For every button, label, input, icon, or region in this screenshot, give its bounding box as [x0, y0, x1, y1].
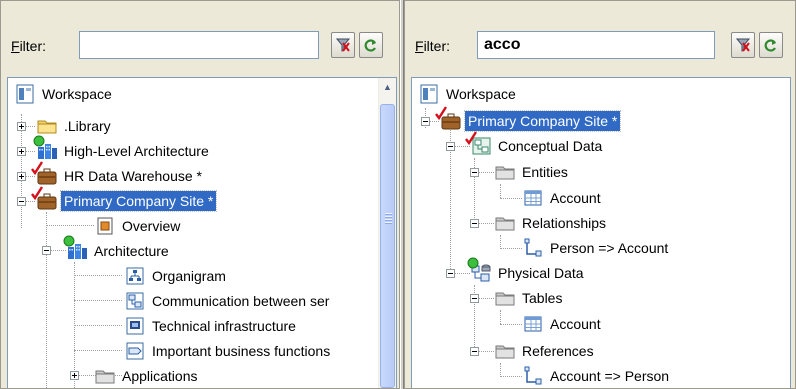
tree-node-person-account[interactable]: Person => Account — [522, 236, 671, 260]
workspace-icon — [14, 83, 36, 105]
expand-library[interactable] — [17, 122, 26, 131]
relationship-icon — [522, 237, 544, 259]
filter-input[interactable] — [79, 31, 319, 59]
reference-icon — [522, 365, 544, 387]
tree-node-applications[interactable]: Applications — [94, 364, 201, 388]
tree-node-relationships[interactable]: Relationships — [494, 211, 609, 235]
scroll-up-arrow-icon[interactable]: ▲ — [379, 78, 396, 95]
filter-row: Filter: — [413, 31, 789, 61]
filter-label: Filter: — [11, 38, 47, 54]
green-status-icon — [32, 134, 54, 156]
tree-node-entities[interactable]: Entities — [494, 160, 571, 184]
expand-applications[interactable] — [70, 371, 79, 380]
tree-node-hr-data-warehouse[interactable]: HR Data Warehouse * — [36, 164, 205, 188]
collapse-tables[interactable] — [470, 294, 479, 303]
green-status-icon — [466, 256, 488, 278]
tree-node-account-person[interactable]: Account => Person — [522, 364, 672, 388]
scrollbar-thumb[interactable] — [380, 104, 395, 388]
tree-node-account-entity[interactable]: Account — [522, 186, 604, 210]
collapse-primary-site[interactable] — [421, 117, 430, 126]
filter-row: Filter: — [9, 31, 393, 61]
collapse-physical-data[interactable] — [446, 269, 455, 278]
collapse-conceptual-data[interactable] — [446, 142, 455, 151]
collapse-relationships[interactable] — [470, 219, 479, 228]
refresh-button[interactable] — [759, 32, 783, 58]
diagram-icon — [124, 290, 146, 312]
tree-node-workspace[interactable]: Workspace — [14, 82, 115, 106]
entity-icon — [522, 187, 544, 209]
checkout-check-icon — [30, 159, 52, 181]
filtered-browser-tree[interactable]: Workspace Primary Company Site * Concept… — [411, 77, 791, 388]
process-diagram-icon — [124, 340, 146, 362]
folder-icon — [494, 161, 516, 183]
collapse-architecture[interactable] — [42, 246, 51, 255]
folder-icon — [494, 287, 516, 309]
workspace-icon — [418, 83, 440, 105]
tree-node-workspace[interactable]: Workspace — [418, 82, 519, 106]
tree-node-primary-company-site[interactable]: Primary Company Site * — [36, 189, 218, 213]
filter-label: Filter: — [415, 38, 451, 54]
checkout-check-icon — [434, 104, 456, 126]
green-status-icon — [62, 234, 84, 256]
browser-tree[interactable]: Workspace .Library High-Level Architectu… — [7, 77, 397, 388]
checkout-check-icon — [30, 184, 52, 206]
left-browser-panel: Filter: Workspace .Library High-Level Ar… — [0, 0, 400, 389]
collapse-primary-site[interactable] — [17, 197, 26, 206]
folder-icon — [494, 212, 516, 234]
tree-node-references[interactable]: References — [494, 339, 597, 363]
folder-icon — [494, 340, 516, 362]
clear-filter-button[interactable] — [731, 32, 755, 58]
expand-high-level[interactable] — [17, 147, 26, 156]
folder-icon — [94, 365, 116, 387]
organigram-icon — [124, 265, 146, 287]
tree-node-organigram[interactable]: Organigram — [124, 264, 229, 288]
tree-node-communication[interactable]: Communication between ser — [124, 289, 332, 313]
refresh-icon — [363, 37, 379, 53]
checkout-check-icon — [464, 129, 486, 151]
infrastructure-diagram-icon — [124, 315, 146, 337]
vertical-scrollbar[interactable]: ▲ — [378, 78, 396, 388]
table-icon — [522, 313, 544, 335]
tree-node-overview[interactable]: Overview — [94, 214, 183, 238]
expand-hr-dw[interactable] — [17, 172, 26, 181]
tree-node-technical-infrastructure[interactable]: Technical infrastructure — [124, 314, 299, 338]
clear-filter-button[interactable] — [331, 32, 355, 58]
tree-node-high-level-architecture[interactable]: High-Level Architecture — [36, 139, 212, 163]
tree-node-account-table[interactable]: Account — [522, 312, 604, 336]
filter-input[interactable] — [477, 31, 715, 59]
tree-node-architecture[interactable]: Architecture — [66, 239, 172, 263]
tree-node-conceptual-data[interactable]: Conceptual Data — [470, 134, 605, 158]
tree-node-physical-data[interactable]: Physical Data — [470, 261, 587, 285]
refresh-button[interactable] — [359, 32, 383, 58]
right-browser-panel: Filter: acco Workspace Primary Company S… — [404, 0, 796, 389]
grip-icon — [385, 213, 392, 225]
tree-node-business-functions[interactable]: Important business functions — [124, 339, 333, 363]
tree-node-tables[interactable]: Tables — [494, 286, 565, 310]
collapse-entities[interactable] — [470, 168, 479, 177]
clear-filter-icon — [335, 37, 351, 53]
collapse-references[interactable] — [470, 347, 479, 356]
refresh-icon — [763, 37, 779, 53]
overview-icon — [94, 215, 116, 237]
clear-filter-icon — [735, 37, 751, 53]
